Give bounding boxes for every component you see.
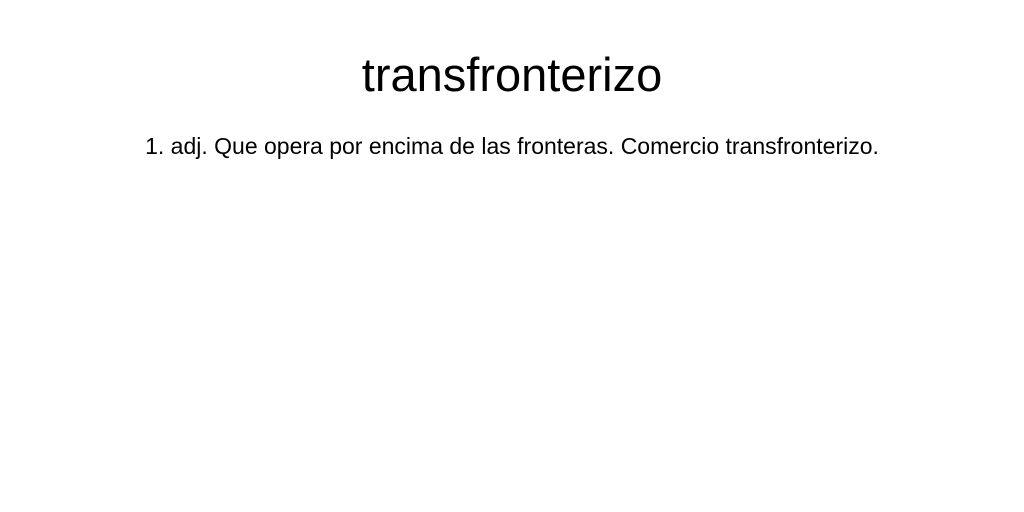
headword: transfronterizo: [361, 48, 663, 101]
dictionary-entry: transfronterizo 1. adj. Que opera por en…: [0, 0, 1024, 512]
definition: 1. adj. Que opera por encima de las fron…: [145, 133, 879, 159]
